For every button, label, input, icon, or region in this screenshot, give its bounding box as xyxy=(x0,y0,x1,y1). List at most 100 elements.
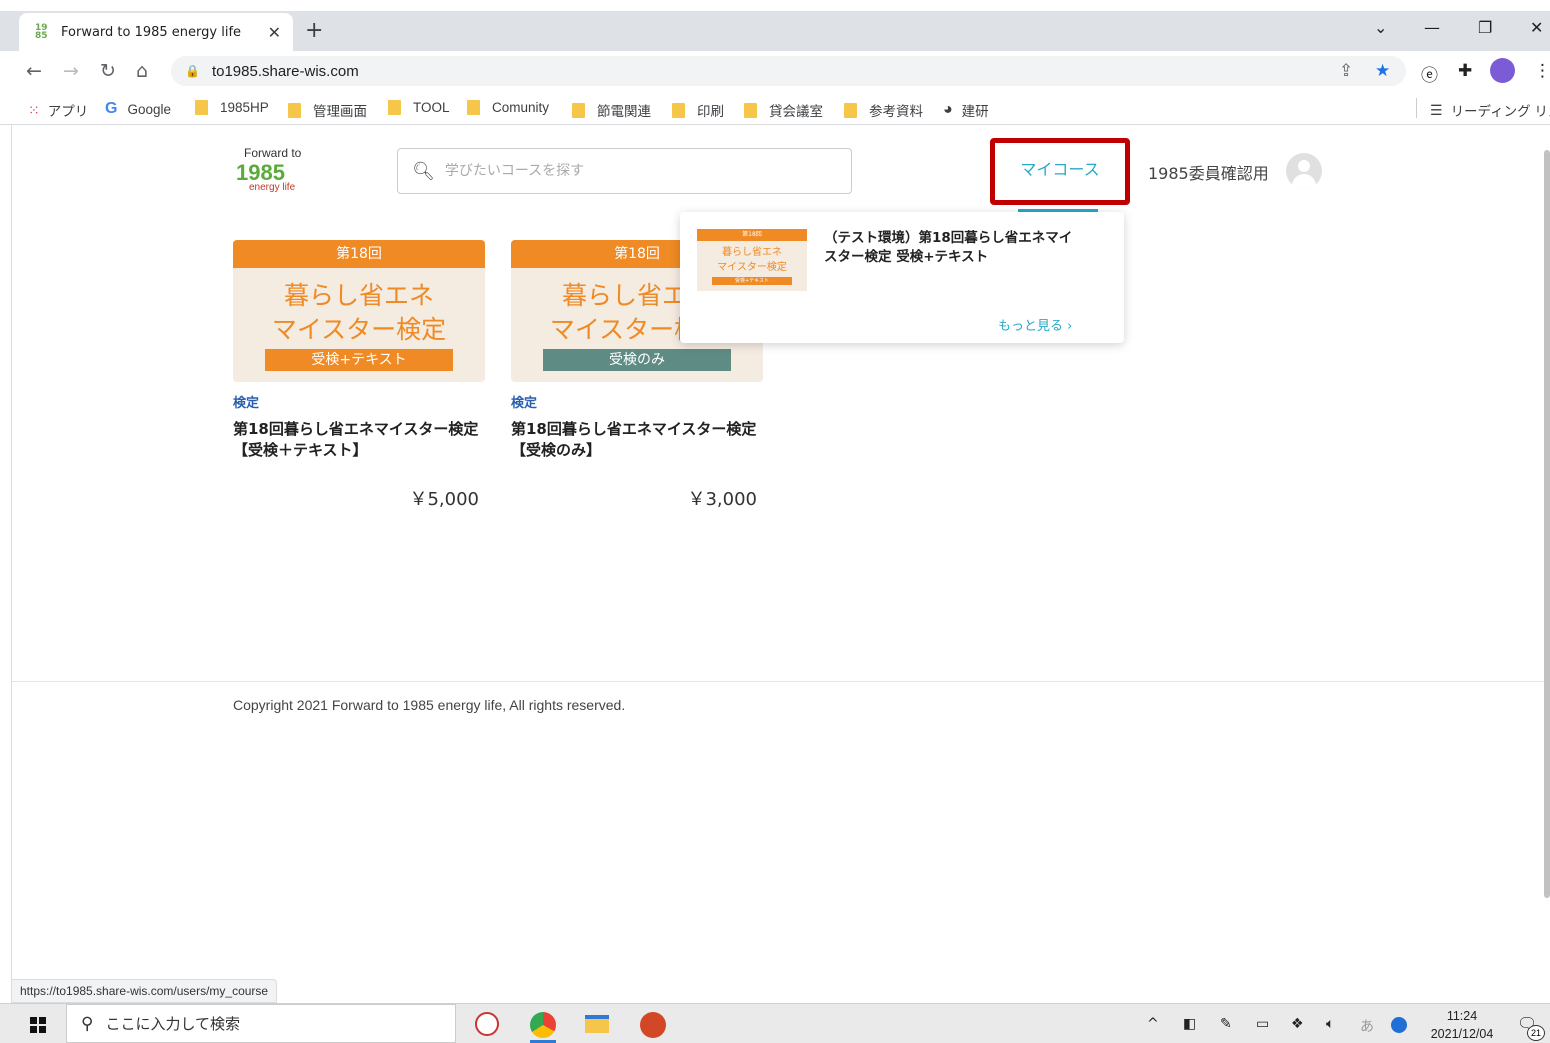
folder-icon xyxy=(844,102,857,118)
tray-ime-indicator[interactable]: あ xyxy=(1360,1016,1374,1036)
notification-count-badge: 21 xyxy=(1527,1025,1545,1041)
minimize-button[interactable]: — xyxy=(1424,18,1440,37)
bookmark-label: アプリ xyxy=(47,104,89,119)
course-search-input[interactable] xyxy=(444,163,825,179)
windows-start-icon[interactable] xyxy=(30,1017,46,1033)
user-avatar-icon[interactable] xyxy=(1286,153,1322,189)
see-more-link[interactable]: もっと見る › xyxy=(998,315,1072,334)
course-thumbnail[interactable]: 第18回 暮らし省エネ マイスター検定 受検+テキスト xyxy=(233,240,485,382)
tray-pen-icon[interactable]: ✎ xyxy=(1220,1016,1232,1032)
chrome-icon[interactable] xyxy=(530,1012,556,1038)
google-icon: G xyxy=(105,100,118,117)
taskbar-search[interactable]: ⚲ ここに入力して検索 xyxy=(66,1004,456,1043)
tray-overflow-icon[interactable]: ^ xyxy=(1147,1016,1159,1032)
restore-button[interactable]: ❐ xyxy=(1478,18,1492,37)
my-course-link[interactable]: マイコース xyxy=(995,156,1125,180)
bookmark-label: 1985HP xyxy=(220,100,269,115)
folder-icon xyxy=(672,102,685,118)
tab-title: Forward to 1985 energy life xyxy=(61,24,242,40)
browser-tab[interactable]: 19 85 Forward to 1985 energy life ✕ xyxy=(19,13,293,51)
apps-grid-icon: ⁙ xyxy=(28,101,40,118)
forward-icon[interactable]: → xyxy=(63,60,79,82)
close-window-button[interactable]: ✕ xyxy=(1530,18,1543,37)
file-explorer-icon[interactable] xyxy=(585,1015,609,1033)
bookmark-star-icon[interactable]: ★ xyxy=(1375,61,1390,81)
logo-text-top: Forward to xyxy=(244,146,302,160)
taskbar-clock[interactable]: 11:24 2021/12/04 xyxy=(1424,1007,1500,1043)
address-bar[interactable]: 🔒 to1985.share-wis.com xyxy=(171,56,1406,86)
course-category: 検定 xyxy=(233,396,260,411)
thumbnail-band: 第18回 xyxy=(697,229,807,241)
menu-kebab-icon[interactable]: ⋮ xyxy=(1534,61,1550,81)
footer-divider xyxy=(12,681,1544,682)
thumbnail-line2: マイスター検定 xyxy=(271,315,447,344)
reading-list-label: リーディング リスト xyxy=(1450,104,1550,119)
bookmark-folder[interactable]: 1985HP xyxy=(195,100,269,115)
reload-icon[interactable]: ↻ xyxy=(100,60,116,82)
folder-icon xyxy=(288,102,301,118)
taskbar-search-placeholder: ここに入力して検索 xyxy=(105,1015,241,1033)
profile-avatar-icon[interactable] xyxy=(1490,58,1515,83)
reading-list-button[interactable]: ☰ リーディング リスト xyxy=(1430,100,1550,120)
bookmark-folder[interactable]: 貸会議室 xyxy=(744,100,823,120)
course-title[interactable]: 第18回暮らし省エネマイスター検定 【受検＋テキスト】 xyxy=(233,419,485,461)
bookmark-folder[interactable]: 参考資料 xyxy=(844,100,923,120)
share-icon[interactable]: ⇪ xyxy=(1339,61,1353,81)
bookmark-folder[interactable]: 印刷 xyxy=(672,100,724,120)
thumbnail-band: 第18回 xyxy=(233,240,485,268)
course-card[interactable]: 第18回 暮らし省エネ マイスター検定 受検+テキスト 検定 第18回暮らし省エ… xyxy=(233,240,485,511)
dropdown-course-title[interactable]: （テスト環境）第18回暮らし省エネマイスター検定 受検+テキスト xyxy=(824,229,1084,267)
my-course-dropdown: 第18回 暮らし省エネ マイスター検定 受検+テキスト （テスト環境）第18回暮… xyxy=(680,212,1124,343)
bookmark-folder[interactable]: 管理画面 xyxy=(288,100,367,120)
bookmarks-divider xyxy=(1416,98,1417,118)
tray-dropbox-icon[interactable]: ❖ xyxy=(1291,1016,1304,1032)
course-price: ￥3,000 xyxy=(687,489,757,510)
folder-icon xyxy=(744,102,757,118)
logo-text-bottom: energy life xyxy=(249,182,296,193)
bookmark-label: Comunity xyxy=(492,100,550,115)
dropdown-course-thumbnail[interactable]: 第18回 暮らし省エネ マイスター検定 受検+テキスト xyxy=(697,229,807,291)
bookmark-label: 貸会議室 xyxy=(769,104,823,119)
bookmark-apps[interactable]: ⁙ アプリ xyxy=(28,100,88,120)
course-title[interactable]: 第18回暮らし省エネマイスター検定 【受検のみ】 xyxy=(511,419,763,461)
thumbnail-line2: マイスター検定 xyxy=(717,262,787,273)
thumbnail-sub: 受検のみ xyxy=(543,349,731,371)
powerpoint-icon[interactable] xyxy=(640,1012,666,1038)
tray-meet-icon[interactable]: ◧ xyxy=(1183,1016,1196,1032)
status-bar-url: https://to1985.share-wis.com/users/my_co… xyxy=(11,979,278,1003)
window-top xyxy=(0,0,1550,11)
copyright-text: Copyright 2021 Forward to 1985 energy li… xyxy=(233,697,626,713)
bookmark-kenken[interactable]: ◕ 建研 xyxy=(943,100,989,120)
thumbnail-sub: 受検+テキスト xyxy=(712,277,792,285)
course-search-box[interactable]: 🔍︎ xyxy=(397,148,852,194)
tray-battery-icon[interactable]: ▭ xyxy=(1256,1016,1269,1032)
bookmark-folder[interactable]: TOOL xyxy=(388,100,450,115)
clock-time: 11:24 xyxy=(1446,1009,1478,1023)
tray-app-icon[interactable] xyxy=(1391,1017,1407,1033)
bookmark-label: TOOL xyxy=(413,100,450,115)
folder-icon xyxy=(388,100,401,115)
site-favicon-icon: 19 85 xyxy=(35,23,48,41)
bookmark-label: 参考資料 xyxy=(869,104,923,119)
snipping-tool-icon[interactable] xyxy=(475,1012,499,1036)
tab-close-icon[interactable]: ✕ xyxy=(268,23,281,42)
bookmark-folder[interactable]: 節電関連 xyxy=(572,100,651,120)
back-icon[interactable]: ← xyxy=(26,60,42,82)
tray-volume-icon[interactable]: 🔈︎ xyxy=(1326,1016,1334,1032)
folder-icon xyxy=(572,102,585,118)
tab-search-dropdown-icon[interactable]: ⌄ xyxy=(1374,18,1387,37)
site-logo[interactable]: Forward to 1985 energy life xyxy=(230,146,340,196)
clock-date: 2021/12/04 xyxy=(1430,1027,1494,1041)
reading-list-icon: ☰ xyxy=(1430,101,1443,118)
page-scrollbar[interactable] xyxy=(1544,150,1550,898)
home-icon[interactable]: ⌂ xyxy=(136,60,148,82)
username[interactable]: 1985委員確認用 xyxy=(1148,160,1269,184)
bookmark-folder[interactable]: Comunity xyxy=(467,100,549,115)
new-tab-button[interactable]: + xyxy=(305,18,323,43)
bookmark-label: 節電関連 xyxy=(597,104,651,119)
extensions-puzzle-icon[interactable]: ✚ xyxy=(1458,61,1472,81)
extension-e-icon[interactable]: ⓔ xyxy=(1421,61,1438,86)
search-icon: ⚲ xyxy=(81,1013,94,1034)
bookmark-label: Google xyxy=(127,101,171,117)
bookmark-google[interactable]: G Google xyxy=(105,100,171,118)
